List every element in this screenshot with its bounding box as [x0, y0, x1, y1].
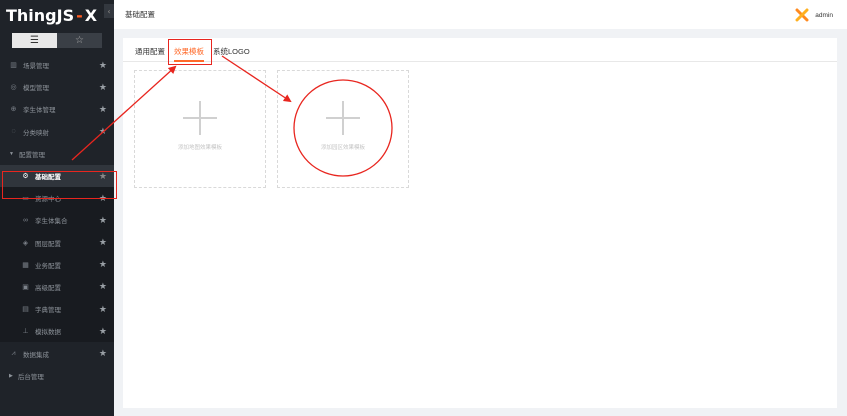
- sidebar: ThingJS - X ‹ ☰ ☆ ▥ 场景管理 ★ ◎ 模型管理 ★ ⊕ 孪生体管理 ★ ◌ 分…: [0, 0, 114, 416]
- sidebar-item-label: 基础配置: [35, 174, 61, 182]
- favorite-star-icon[interactable]: ★: [99, 348, 107, 359]
- tab-general[interactable]: 通用配置: [135, 41, 165, 61]
- sidebar-item-resource[interactable]: ▭ 资源中心 ★: [0, 187, 114, 210]
- panel-icon: ▣: [22, 283, 29, 291]
- favorite-star-icon[interactable]: ★: [99, 215, 107, 226]
- layers-icon: ◈: [22, 239, 29, 247]
- link-icon: ∞: [23, 216, 28, 224]
- username: admin: [815, 11, 833, 19]
- favorite-star-icon[interactable]: ★: [99, 281, 107, 292]
- brand-x-icon: [795, 8, 809, 22]
- add-park-template-card[interactable]: 添加园区效果模板: [277, 70, 409, 188]
- model-icon: ◎: [10, 84, 17, 92]
- mock-data-icon: ⊥: [22, 328, 29, 336]
- sidebar-item-twin[interactable]: ⊕ 孪生体管理 ★: [0, 98, 114, 120]
- sidebar-item-dictionary[interactable]: ▤ 字典管理 ★: [0, 298, 114, 321]
- sidebar-item-label: 模拟数据: [35, 329, 61, 337]
- sidebar-item-advanced[interactable]: ▣ 高级配置 ★: [0, 275, 114, 299]
- sidebar-item-business[interactable]: ▦ 业务配置 ★: [0, 253, 114, 276]
- sidebar-item-basic-config[interactable]: ⚙ 基础配置 ★: [0, 164, 114, 188]
- favorite-star-icon[interactable]: ★: [99, 237, 107, 248]
- sidebar-group-admin[interactable]: ▶ 后台管理: [0, 365, 114, 387]
- sidebar-item-label: 业务配置: [35, 262, 61, 270]
- caret-right-icon: ▶: [9, 372, 13, 379]
- folder-icon: ▭: [22, 195, 29, 203]
- sidebar-item-data-integration[interactable]: ⩘ 数据集成 ★: [0, 342, 114, 364]
- sidebar-item-label: 分类映射: [23, 129, 49, 137]
- sidebar-item-scene[interactable]: ▥ 场景管理 ★: [0, 54, 114, 76]
- favorite-star-icon[interactable]: ★: [99, 259, 107, 270]
- favorite-star-icon[interactable]: ★: [99, 60, 107, 71]
- sidebar-menu: ▥ 场景管理 ★ ◎ 模型管理 ★ ⊕ 孪生体管理 ★ ◌ 分类映射 ★ ▼ 配置管理 ⚙ 基础配置…: [0, 54, 114, 387]
- gear-icon: ⚙: [22, 173, 29, 181]
- favorite-star-icon[interactable]: ★: [99, 193, 107, 204]
- sidebar-item-twin-set[interactable]: ∞ 孪生体集合 ★: [0, 209, 114, 232]
- app-logo: ThingJS - X ‹: [0, 0, 114, 30]
- sidebar-group-config[interactable]: ▼ 配置管理: [0, 143, 114, 165]
- mapping-icon: ◌: [11, 128, 16, 136]
- config-tabs: 通用配置 效果模板 系统LOGO: [123, 38, 837, 62]
- top-bar: 基础配置 admin: [114, 0, 847, 29]
- list-view-icon[interactable]: ☰: [12, 33, 57, 48]
- tab-system-logo[interactable]: 系统LOGO: [213, 41, 250, 61]
- logo-text: ThingJS: [6, 5, 75, 25]
- sidebar-view-toggle: ☰ ☆: [12, 33, 102, 48]
- sidebar-item-label: 数据集成: [23, 351, 49, 359]
- user-menu[interactable]: admin: [795, 8, 833, 22]
- main-panel: 通用配置 效果模板 系统LOGO 添加地图效果模板 添加园区效果模板: [123, 38, 837, 408]
- favorite-star-icon[interactable]: ★: [99, 82, 107, 93]
- logo-x: X: [84, 5, 98, 25]
- sidebar-item-model[interactable]: ◎ 模型管理 ★: [0, 76, 114, 98]
- card-label: 添加地图效果模板: [177, 145, 222, 151]
- sidebar-item-label: 孪生体管理: [23, 107, 56, 115]
- sidebar-item-label: 图层配置: [35, 240, 61, 248]
- card-label: 添加园区效果模板: [320, 145, 365, 151]
- template-cards: 添加地图效果模板 添加园区效果模板: [134, 70, 420, 188]
- sidebar-item-label: 字典管理: [35, 307, 61, 315]
- logo-separator: -: [76, 5, 83, 25]
- favorite-star-icon[interactable]: ★: [99, 104, 107, 115]
- favorites-view-icon[interactable]: ☆: [57, 33, 102, 48]
- collapse-sidebar-button[interactable]: ‹: [104, 4, 114, 18]
- sidebar-item-layer[interactable]: ◈ 图层配置 ★: [0, 231, 114, 254]
- scene-icon: ▥: [10, 62, 17, 70]
- sidebar-item-label: 资源中心: [35, 196, 61, 204]
- grid-icon: ▦: [22, 261, 29, 269]
- twin-icon: ⊕: [10, 106, 17, 114]
- plus-icon: [326, 101, 360, 135]
- sidebar-item-label: 配置管理: [18, 151, 45, 159]
- plus-icon: [183, 101, 217, 135]
- sidebar-item-mapping[interactable]: ◌ 分类映射 ★: [0, 121, 114, 143]
- favorite-star-icon[interactable]: ★: [99, 171, 107, 182]
- chart-icon: ⩘: [11, 349, 16, 357]
- page-title: 基础配置: [125, 10, 155, 19]
- dictionary-icon: ▤: [22, 306, 29, 314]
- tab-effect-template[interactable]: 效果模板: [174, 41, 204, 62]
- sidebar-item-mock-data[interactable]: ⊥ 模拟数据 ★: [0, 320, 114, 343]
- favorite-star-icon[interactable]: ★: [99, 304, 107, 315]
- favorite-star-icon[interactable]: ★: [99, 126, 107, 137]
- sidebar-item-label: 模型管理: [23, 85, 49, 93]
- sidebar-item-label: 孪生体集合: [35, 218, 68, 226]
- sidebar-item-label: 后台管理: [17, 373, 44, 381]
- sidebar-item-label: 场景管理: [23, 63, 49, 71]
- favorite-star-icon[interactable]: ★: [99, 326, 107, 337]
- sidebar-item-label: 高级配置: [35, 284, 61, 292]
- caret-down-icon: ▼: [9, 150, 14, 157]
- add-map-template-card[interactable]: 添加地图效果模板: [134, 70, 266, 188]
